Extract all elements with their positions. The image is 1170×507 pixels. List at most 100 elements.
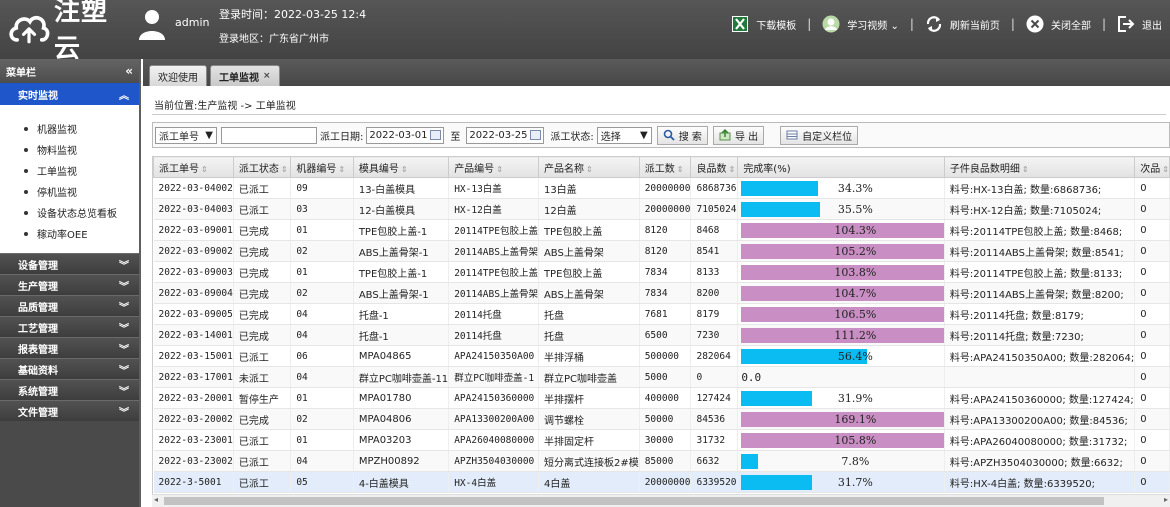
column-header[interactable]: 产品名称 ⇕ bbox=[537, 156, 640, 178]
sidebar-item-downtime-monitor[interactable]: 停机监视 bbox=[24, 181, 139, 202]
table-row[interactable]: 2022-3-5001 已派工 05 4-白盖模具 HX-4白盖 4白盖 20000000 6… bbox=[153, 471, 1170, 493]
sidebar-item-status-board[interactable]: 设备状态总览看板 bbox=[24, 202, 139, 223]
sidebar-item-order-monitor[interactable]: 工单监视 bbox=[24, 160, 139, 181]
order-no-input[interactable] bbox=[221, 126, 317, 144]
table-cell-name: 群立PC咖啡壶盖 bbox=[538, 366, 640, 388]
table-cell-defect: 0 bbox=[1134, 366, 1170, 388]
table-cell-machine: 01 bbox=[290, 387, 354, 409]
completion-rate-label: 0.0 bbox=[741, 371, 762, 384]
collapse-sidebar-icon[interactable]: « bbox=[125, 64, 133, 78]
calendar-icon[interactable] bbox=[430, 130, 442, 140]
field-select[interactable]: 派工单号 ▼ bbox=[155, 126, 217, 144]
scroll-left-icon[interactable]: ◂ bbox=[154, 495, 158, 504]
table-cell-good: 31732 bbox=[690, 429, 739, 451]
table-cell-status: 已完成 bbox=[233, 408, 292, 430]
sort-icon[interactable]: ⇕ bbox=[677, 165, 684, 174]
tab-welcome[interactable]: 欢迎使用 bbox=[149, 65, 207, 86]
table-cell-mold: 托盘-1 bbox=[353, 324, 450, 346]
sidebar-group-file[interactable]: 文件管理 ︾ bbox=[0, 400, 139, 421]
tab-order-monitor[interactable]: 工单监视 × bbox=[210, 65, 280, 86]
table-cell-status: 未派工 bbox=[233, 366, 292, 388]
custom-columns-button[interactable]: 自定义栏位 bbox=[780, 125, 859, 145]
sidebar-group-process[interactable]: 工艺管理 ︾ bbox=[0, 316, 139, 337]
sidebar-item-machine-monitor[interactable]: 机器监视 bbox=[24, 118, 139, 139]
study-video-button[interactable]: 学习视频 ⌄ bbox=[822, 12, 899, 36]
sort-icon[interactable]: ⇕ bbox=[1022, 165, 1029, 174]
table-cell-machine: 01 bbox=[290, 261, 354, 283]
sidebar-group-production[interactable]: 生产管理 ︾ bbox=[0, 274, 139, 295]
table-cell-status: 已派工 bbox=[233, 429, 292, 451]
table-row[interactable]: 2022-03-09005 已完成 04 托盘-1 20114托盘 托盘 7681 8179 1… bbox=[153, 303, 1170, 325]
table-row[interactable]: 2022-03-04002 已派工 09 13-白盖模具 HX-13白盖 13白盖 2000… bbox=[153, 177, 1170, 199]
table-row[interactable]: 2022-03-09004 已完成 02 ABS上盖骨架-1 20114ABS上盖骨架 A… bbox=[153, 282, 1170, 304]
table-cell-qty: 85000 bbox=[639, 450, 692, 472]
column-header[interactable]: 良品数 ⇕ bbox=[690, 156, 739, 178]
export-button[interactable]: 导 出 bbox=[712, 125, 765, 145]
sidebar-group-realtime[interactable]: 实时监视 ︽ bbox=[0, 83, 139, 105]
search-button[interactable]: 搜 索 bbox=[656, 125, 708, 145]
table-row[interactable]: 2022-03-04003 已派工 03 12-白盖模具 HX-12白盖 12白盖 2000… bbox=[153, 198, 1170, 220]
completion-rate-label: 105.2% bbox=[834, 245, 877, 258]
sort-icon[interactable]: ⇕ bbox=[496, 165, 503, 174]
table-row[interactable]: 2022-03-14001 已完成 04 托盘-1 20114托盘 托盘 6500 7230 1… bbox=[153, 324, 1170, 346]
table-row[interactable]: 2022-03-09003 已完成 01 TPE包胶上盖-1 20114TPE包胶上盖 T… bbox=[153, 261, 1170, 283]
table-row[interactable]: 2022-03-23002 已派工 04 MPZH00892 APZH350403000… bbox=[153, 450, 1170, 472]
sort-icon[interactable]: ⇕ bbox=[281, 165, 288, 174]
bullet-icon bbox=[24, 210, 28, 215]
completion-rate-cell: 105.8% bbox=[737, 429, 945, 451]
logout-button[interactable]: 退出 bbox=[1117, 12, 1162, 36]
column-header[interactable]: 次品 ⇕ bbox=[1134, 156, 1170, 178]
sidebar-group-report[interactable]: 报表管理 ︾ bbox=[0, 337, 139, 358]
sidebar-group-basic-data[interactable]: 基础资料 ︾ bbox=[0, 358, 139, 379]
dropdown-arrow-icon: ▼ bbox=[205, 129, 213, 141]
table-cell-machine: 09 bbox=[290, 177, 354, 199]
table-row[interactable]: 2022-03-20002 已完成 02 MPA04806 APA13300200A00… bbox=[153, 408, 1170, 430]
column-header[interactable]: 派工状态 ⇕ bbox=[232, 156, 292, 178]
sidebar-item-oee[interactable]: 稼动率OEE bbox=[24, 223, 139, 244]
table-cell-detail: 料号:APA24150360000; 数量:127424; bbox=[944, 387, 1136, 409]
table-row[interactable]: 2022-03-09001 已完成 01 TPE包胶上盖-1 20114TPE包胶上盖 T… bbox=[153, 219, 1170, 241]
sort-icon[interactable]: ⇕ bbox=[1162, 165, 1168, 174]
table-row[interactable]: 2022-03-17001 未派工 04 群立PC咖啡壶盖-11 群立PC咖啡壶盖-1 群… bbox=[153, 366, 1170, 388]
column-header[interactable]: 产品编号 ⇕ bbox=[448, 156, 539, 178]
column-header[interactable]: 机器编号 ⇕ bbox=[290, 156, 354, 178]
column-header[interactable]: 子件良品数明细 ⇕ bbox=[943, 156, 1136, 178]
column-header[interactable]: 完成率(%) bbox=[737, 156, 945, 178]
completion-rate-label: 34.3% bbox=[837, 182, 873, 195]
table-cell-good: 8179 bbox=[690, 303, 739, 325]
table-row[interactable]: 2022-03-09002 已完成 02 ABS上盖骨架-1 20114ABS上盖骨架 A… bbox=[153, 240, 1170, 262]
horizontal-scrollbar[interactable]: ◂ ▸ bbox=[152, 494, 1170, 507]
sidebar-group-equipment[interactable]: 设备管理 ︾ bbox=[0, 253, 139, 274]
completion-rate-label: 169.1% bbox=[834, 413, 877, 426]
sidebar-item-material-monitor[interactable]: 物料监视 bbox=[24, 139, 139, 160]
table-cell-defect: 0 bbox=[1134, 240, 1170, 262]
table-row[interactable]: 2022-03-23001 已派工 01 MPA03203 APA26040080000… bbox=[153, 429, 1170, 451]
table-cell-qty: 5000 bbox=[639, 366, 692, 388]
table-cell-defect: 0 bbox=[1134, 387, 1170, 409]
refresh-page-button[interactable]: 刷新当前页 bbox=[925, 12, 1000, 36]
table-row[interactable]: 2022-03-20001 暂停生产 01 MPA01780 APA2415036000… bbox=[153, 387, 1170, 409]
sort-icon[interactable]: ⇕ bbox=[201, 165, 208, 174]
table-row[interactable]: 2022-03-15001 已派工 06 MPA04865 APA24150350A00… bbox=[153, 345, 1170, 367]
scrollbar-thumb[interactable] bbox=[164, 497, 1104, 505]
calendar-icon[interactable] bbox=[530, 130, 542, 140]
sort-icon[interactable]: ⇕ bbox=[401, 165, 408, 174]
status-select[interactable]: 选择 ▼ bbox=[596, 126, 652, 144]
sidebar-group-system[interactable]: 系统管理 ︾ bbox=[0, 379, 139, 400]
date-to-input[interactable]: 2022-03-25 bbox=[466, 126, 545, 144]
sort-icon[interactable]: ⇕ bbox=[586, 165, 593, 174]
sort-icon[interactable]: ⇕ bbox=[728, 165, 735, 174]
column-header[interactable]: 派工数 ⇕ bbox=[638, 156, 692, 178]
scroll-right-icon[interactable]: ▸ bbox=[1164, 495, 1168, 504]
table-cell-no: 2022-03-15001 bbox=[153, 345, 234, 367]
date-from-input[interactable]: 2022-03-01 bbox=[366, 126, 445, 144]
column-header[interactable]: 派工单号 ⇕ bbox=[153, 156, 234, 178]
download-template-button[interactable]: 下载模板 bbox=[731, 12, 796, 36]
close-all-button[interactable]: 关闭全部 bbox=[1026, 12, 1091, 36]
sidebar: 菜单栏 « 实时监视 ︽ 机器监视 物料监视 工单监视 停机监视 设备状态总览看… bbox=[0, 59, 141, 507]
close-tab-icon[interactable]: × bbox=[263, 71, 271, 81]
column-header[interactable]: 模具编号 ⇕ bbox=[352, 156, 450, 178]
sort-icon[interactable]: ⇕ bbox=[338, 165, 345, 174]
sidebar-group-quality[interactable]: 品质管理 ︾ bbox=[0, 295, 139, 316]
table-cell-detail: 料号:APA26040080000; 数量:31732; bbox=[944, 429, 1136, 451]
